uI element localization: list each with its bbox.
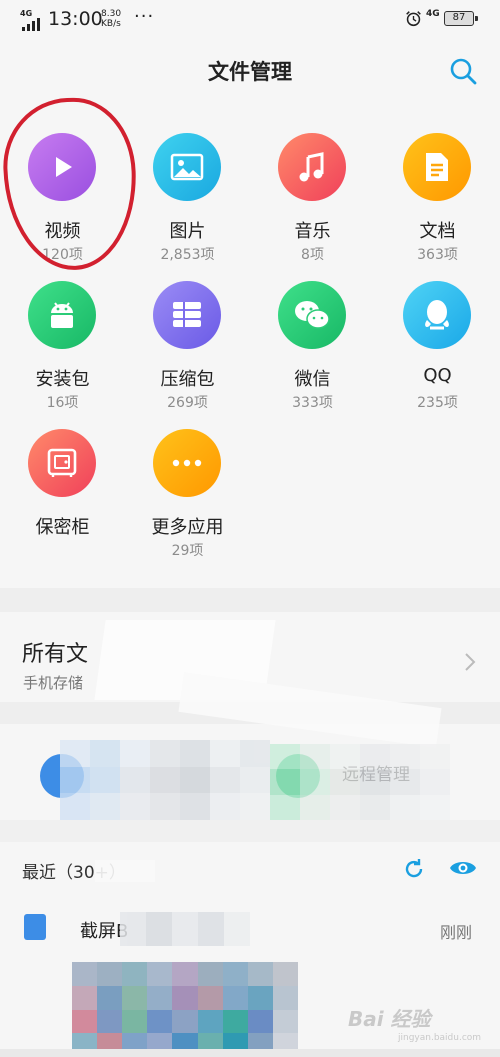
all-files-subtitle: 手机存储 [23,674,84,692]
all-files-title: 所有文 [22,642,89,667]
net-speed-unit: KB/s [101,19,121,29]
remote-manage-label[interactable]: 远程管理 [342,760,410,785]
network-type: 4G [426,9,440,19]
archive-icon [153,281,221,349]
music-icon [278,133,346,201]
section-divider [0,702,500,724]
tools-row: 远程管理 [0,724,500,824]
category-name: 保密柜 [35,517,90,538]
thumbnail-mosaic[interactable] [72,962,298,1057]
net-speed: 8.30 KB/s [101,9,121,29]
status-bar: 4G 13:00 8.30 KB/s ··· 4G 87 [0,0,500,40]
file-time: 刚刚 [440,923,473,942]
more-apps-icon [153,429,221,497]
section-divider [0,588,500,612]
list-item[interactable]: 截屏B 刚刚 [0,900,500,960]
category-name: 压缩包 [160,369,215,390]
category-count: 235项 [417,395,458,411]
category-name: 安装包 [35,369,90,390]
category-name: 图片 [169,221,206,242]
category-name: QQ [423,365,452,386]
signal-type: 4G [20,9,33,18]
search-icon[interactable] [447,55,479,87]
category-images[interactable]: 图片 2,853项 [125,103,250,263]
local-tool-icon[interactable] [40,754,84,798]
category-wechat[interactable]: 微信 333项 [250,251,375,411]
all-files-row[interactable]: 所有文 手机存储 [0,612,500,702]
signal-strength-icon [22,18,40,31]
category-qq[interactable]: QQ 235项 [375,251,500,411]
recent-header: 最近（30+） [0,840,500,900]
recent-title: 最近（30+） [22,863,126,883]
image-icon [153,133,221,201]
category-safe[interactable]: 保密柜 [0,399,125,547]
title-bar: 文件管理 [0,40,500,102]
safe-icon [28,429,96,497]
category-video[interactable]: 视频 120项 [0,103,125,263]
category-count: 29项 [171,543,204,559]
image-file-icon [24,914,46,940]
more-notifications-icon: ··· [134,6,155,27]
category-name: 更多应用 [151,517,224,538]
qq-icon [403,281,471,349]
category-apk[interactable]: 安装包 16项 [0,251,125,411]
wechat-icon [278,281,346,349]
category-grid: 视频 120项 图片 2,853项 音乐 8项 文档 363项 安装包 16项 [0,103,500,563]
document-icon [403,133,471,201]
category-music[interactable]: 音乐 8项 [250,103,375,263]
category-name: 文档 [419,221,456,242]
play-icon [28,133,96,201]
category-name: 音乐 [294,221,331,242]
alarm-icon [406,11,421,27]
watermark-url: jingyan.baidu.com [398,1033,482,1043]
eye-icon[interactable] [449,857,477,879]
battery-icon: 87 [444,11,478,26]
category-more-apps[interactable]: 更多应用 29项 [125,399,250,559]
page-title: 文件管理 [208,60,292,84]
category-count: 333项 [292,395,333,411]
baidu-jingyan-watermark: Bai 经验 [348,1007,431,1031]
clock: 13:00 [48,8,103,30]
android-icon [28,281,96,349]
chevron-right-icon [465,653,476,671]
category-archives[interactable]: 压缩包 269项 [125,251,250,411]
refresh-icon[interactable] [402,857,426,881]
net-speed-value: 8.30 [101,9,122,19]
category-name: 视频 [44,221,81,242]
file-name: 截屏B [80,921,129,942]
navigation-bar [0,1049,500,1057]
category-documents[interactable]: 文档 363项 [375,103,500,263]
category-name: 微信 [294,369,331,390]
remote-manage-icon[interactable] [276,754,320,798]
